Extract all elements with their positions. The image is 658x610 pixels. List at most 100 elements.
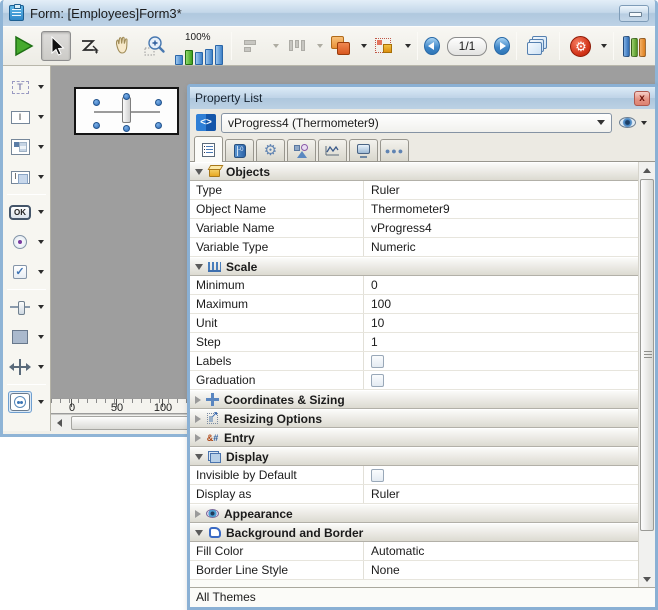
property-value-cell[interactable]: 1 bbox=[364, 333, 638, 351]
execute-form-button[interactable] bbox=[8, 31, 38, 61]
property-value-cell[interactable] bbox=[364, 371, 638, 389]
selection-handle[interactable] bbox=[123, 93, 130, 100]
close-button[interactable]: x bbox=[634, 91, 650, 106]
group-dropdown-arrow[interactable] bbox=[405, 44, 411, 48]
combobox-tool-dropdown-arrow[interactable] bbox=[38, 175, 44, 179]
section-header-objects[interactable]: Objects bbox=[190, 162, 638, 181]
radio-tool-dropdown-arrow[interactable] bbox=[38, 240, 44, 244]
form-properties-button[interactable]: ⚙ bbox=[566, 31, 596, 61]
splitter-tool[interactable] bbox=[3, 352, 50, 382]
collapse-triangle-icon[interactable] bbox=[195, 454, 203, 460]
property-value[interactable]: Thermometer9 bbox=[371, 200, 450, 218]
input-tool-dropdown-arrow[interactable] bbox=[38, 115, 44, 119]
collapse-triangle-icon[interactable] bbox=[195, 169, 203, 175]
vertical-scroll-thumb[interactable] bbox=[640, 179, 654, 531]
window-titlebar[interactable]: Form: [Employees]Form3* bbox=[3, 0, 655, 26]
order-dropdown-arrow[interactable] bbox=[361, 44, 367, 48]
plugin-tool-dropdown-arrow[interactable] bbox=[38, 400, 44, 404]
scroll-left-button[interactable] bbox=[51, 415, 68, 431]
page-indicator[interactable]: 1/1 bbox=[447, 37, 487, 56]
property-value[interactable]: Ruler bbox=[371, 485, 400, 503]
text-tool-dropdown-arrow[interactable] bbox=[38, 85, 44, 89]
zoom-level-control[interactable]: 100% bbox=[173, 27, 225, 65]
draw-shape-tool-button[interactable] bbox=[74, 31, 104, 61]
selection-handle[interactable] bbox=[93, 122, 100, 129]
view-options-button[interactable] bbox=[617, 117, 649, 128]
scroll-down-button[interactable] bbox=[639, 571, 655, 587]
section-header-appearance[interactable]: Appearance bbox=[190, 504, 638, 523]
plugin-tool-selected[interactable] bbox=[3, 387, 50, 417]
section-header-display[interactable]: Display bbox=[190, 447, 638, 466]
splitter-tool-dropdown-arrow[interactable] bbox=[38, 365, 44, 369]
ruler-object-thumb[interactable] bbox=[122, 97, 131, 123]
pointer-tool-button[interactable] bbox=[41, 31, 71, 61]
checkbox-tool-dropdown-arrow[interactable] bbox=[38, 270, 44, 274]
vertical-scrollbar[interactable] bbox=[638, 162, 655, 587]
collapse-triangle-icon[interactable] bbox=[195, 264, 203, 270]
property-value[interactable]: 0 bbox=[371, 276, 378, 294]
rectangle-tool[interactable] bbox=[3, 322, 50, 352]
tab-property-list[interactable] bbox=[194, 136, 223, 162]
zoom-bar-4[interactable] bbox=[205, 49, 213, 65]
listbox-tool-dropdown-arrow[interactable] bbox=[38, 145, 44, 149]
tab-more[interactable]: ●●● bbox=[380, 139, 409, 161]
scroll-up-button[interactable] bbox=[639, 162, 655, 178]
button-tool[interactable]: OK bbox=[3, 197, 50, 227]
property-value-cell[interactable]: 10 bbox=[364, 314, 638, 332]
section-header-resizing-options[interactable]: Resizing Options bbox=[190, 409, 638, 428]
object-order-button[interactable] bbox=[326, 31, 356, 61]
checkbox-unchecked[interactable] bbox=[371, 374, 384, 387]
tab-display[interactable] bbox=[349, 139, 378, 161]
zoom-bar-3[interactable] bbox=[195, 52, 203, 65]
property-value-cell[interactable] bbox=[364, 466, 638, 484]
tab-book[interactable] bbox=[225, 139, 254, 161]
form-area[interactable] bbox=[74, 87, 179, 135]
text-tool[interactable]: T bbox=[3, 72, 50, 102]
property-value-cell[interactable]: 100 bbox=[364, 295, 638, 313]
minimize-button[interactable] bbox=[619, 5, 649, 22]
section-header-scale[interactable]: Scale bbox=[190, 257, 638, 276]
expand-triangle-icon[interactable] bbox=[195, 510, 201, 518]
themes-footer[interactable]: All Themes bbox=[190, 587, 655, 607]
zoom-bar-5[interactable] bbox=[215, 45, 223, 65]
zoom-tool-button[interactable] bbox=[140, 31, 170, 61]
expand-triangle-icon[interactable] bbox=[195, 415, 201, 423]
property-value[interactable]: 10 bbox=[371, 314, 384, 332]
tab-settings[interactable]: ⚙ bbox=[256, 139, 285, 161]
selection-handle[interactable] bbox=[93, 99, 100, 106]
rectangle-tool-dropdown-arrow[interactable] bbox=[38, 335, 44, 339]
property-value[interactable]: vProgress4 bbox=[371, 219, 432, 237]
checkbox-unchecked[interactable] bbox=[371, 355, 384, 368]
property-value-cell[interactable]: 0 bbox=[364, 276, 638, 294]
property-value[interactable]: 100 bbox=[371, 295, 391, 313]
next-page-button[interactable] bbox=[494, 37, 510, 55]
button-tool-dropdown-arrow[interactable] bbox=[38, 210, 44, 214]
display-views-button[interactable] bbox=[523, 31, 553, 61]
section-header-coordinates-sizing[interactable]: Coordinates & Sizing bbox=[190, 390, 638, 409]
section-header-background-and-border[interactable]: Background and Border bbox=[190, 523, 638, 542]
group-button[interactable] bbox=[370, 31, 400, 61]
property-value[interactable]: 1 bbox=[371, 333, 378, 351]
property-value-cell[interactable] bbox=[364, 352, 638, 370]
property-value[interactable]: Ruler bbox=[371, 181, 400, 199]
property-list-titlebar[interactable]: Property List x bbox=[190, 87, 655, 109]
tab-objects[interactable] bbox=[287, 139, 316, 161]
horizontal-scroll-thumb[interactable] bbox=[71, 416, 189, 430]
slider-tool[interactable] bbox=[3, 292, 50, 322]
section-header-entry[interactable]: &#Entry bbox=[190, 428, 638, 447]
property-value[interactable]: Numeric bbox=[371, 238, 416, 256]
object-selector-combo[interactable]: vProgress4 (Thermometer9) bbox=[221, 113, 612, 133]
property-value-cell[interactable]: None bbox=[364, 561, 638, 579]
selection-handle[interactable] bbox=[155, 122, 162, 129]
property-value-cell[interactable]: Thermometer9 bbox=[364, 200, 638, 218]
property-value-cell[interactable]: Ruler bbox=[364, 485, 638, 503]
radio-tool[interactable] bbox=[3, 227, 50, 257]
zoom-bars-icon[interactable] bbox=[175, 43, 223, 65]
expand-triangle-icon[interactable] bbox=[195, 396, 201, 404]
previous-page-button[interactable] bbox=[424, 37, 440, 55]
expand-triangle-icon[interactable] bbox=[195, 434, 201, 442]
property-value[interactable]: None bbox=[371, 561, 400, 579]
zoom-bar-current[interactable] bbox=[185, 50, 193, 65]
combobox-tool[interactable]: I bbox=[3, 162, 50, 192]
pan-hand-tool-button[interactable] bbox=[107, 31, 137, 61]
